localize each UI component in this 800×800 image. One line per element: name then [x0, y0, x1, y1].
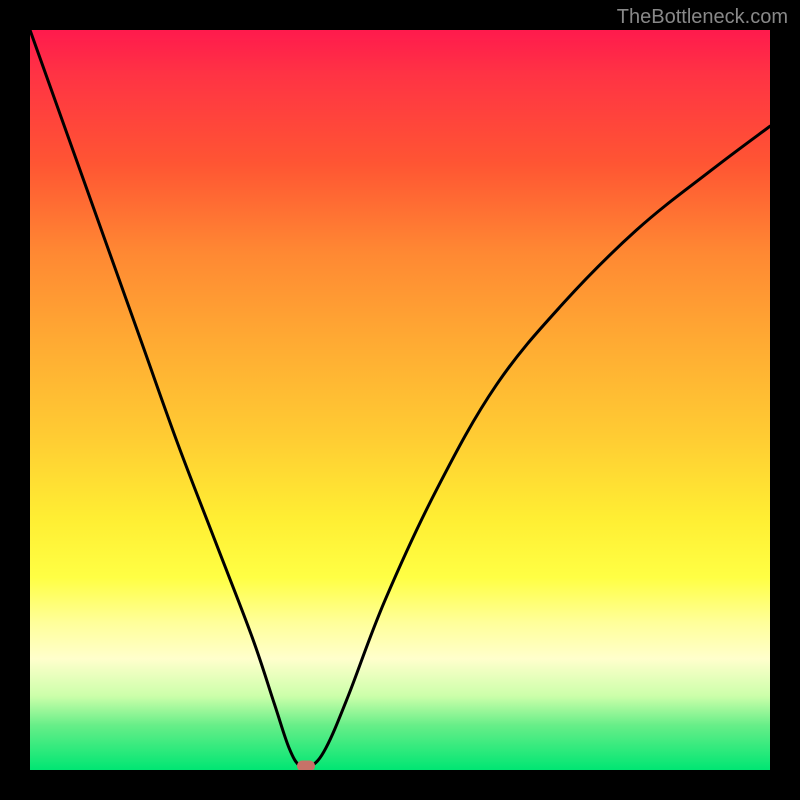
chart-curve-svg: [30, 30, 770, 770]
min-point-marker: [297, 761, 315, 770]
bottleneck-curve: [30, 30, 770, 769]
watermark-text: TheBottleneck.com: [617, 6, 788, 29]
chart-plot-area: [30, 30, 770, 770]
